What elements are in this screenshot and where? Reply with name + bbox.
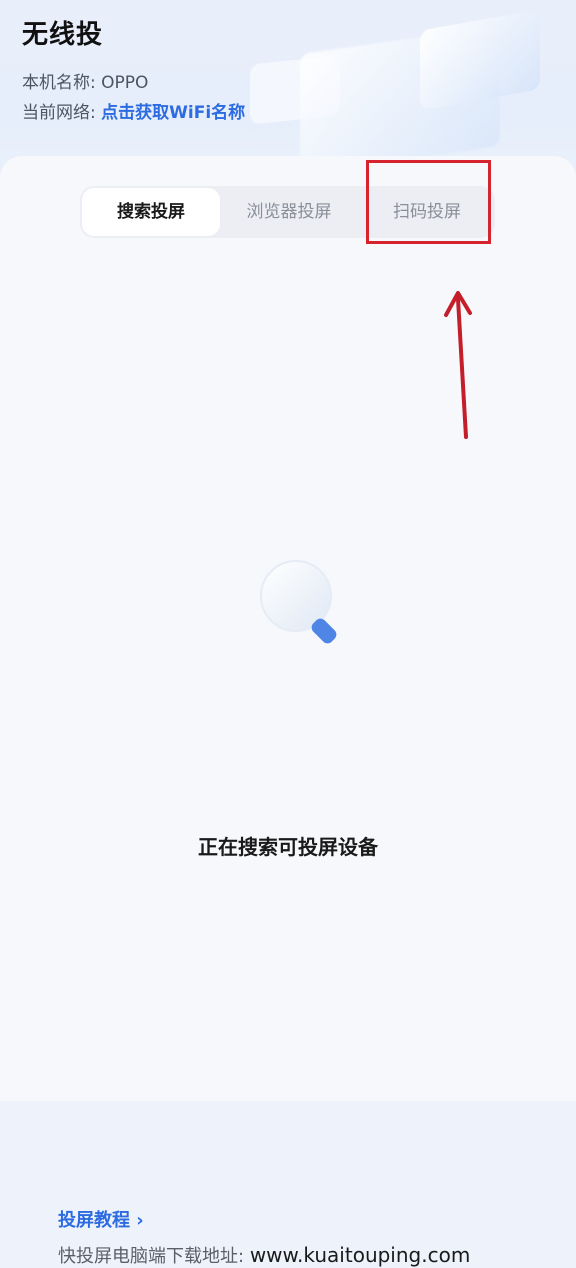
network-row: 当前网络: 点击获取WiFi名称 [22,98,245,123]
download-label: 快投屏电脑端下载地址: [58,1246,245,1267]
tutorial-link-label: 投屏教程 [58,1210,130,1231]
download-url[interactable]: www.kuaitouping.com [250,1243,471,1267]
download-note: 快投屏电脑端下载地址: www.kuaitouping.com [58,1242,470,1268]
search-status-text: 正在搜索可投屏设备 [198,835,378,859]
device-name-value: OPPO [101,73,149,93]
tutorial-link[interactable]: 投屏教程 › [58,1206,144,1232]
device-name-row: 本机名称: OPPO [22,68,148,93]
search-icon [260,560,337,644]
chevron-right-icon: › [136,1210,144,1231]
network-label: 当前网络: [22,103,96,123]
annotation-arrow-icon [444,291,472,439]
device-name-label: 本机名称: [22,73,96,93]
decorative-shape [420,9,540,111]
annotation-highlight-box [366,160,491,244]
get-wifi-name-link[interactable]: 点击获取WiFi名称 [101,103,245,123]
tab-search-cast[interactable]: 搜索投屏 [82,188,220,236]
tab-browser-cast[interactable]: 浏览器投屏 [222,186,356,238]
page-title: 无线投 [22,20,104,50]
